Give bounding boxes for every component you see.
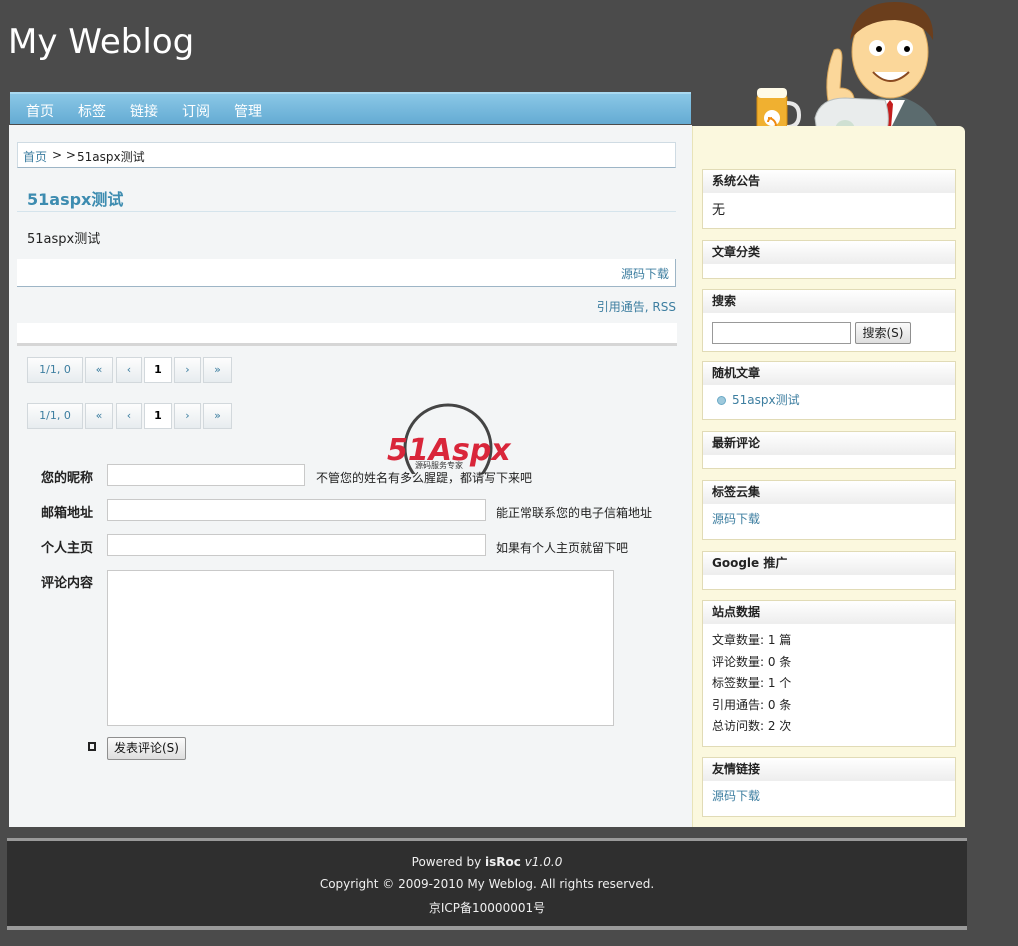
pager-summary: 1/1, 0 <box>27 357 83 383</box>
widget-title: 最新评论 <box>703 432 955 455</box>
nav-home[interactable]: 首页 <box>26 101 54 121</box>
pager-last-button[interactable]: » <box>203 357 232 383</box>
nav-subscribe[interactable]: 订阅 <box>182 101 210 121</box>
rss-link[interactable]: RSS <box>652 300 676 314</box>
pager-current-page: 1 <box>144 357 172 383</box>
widget-friend-links: 友情链接 源码下载 <box>702 757 956 817</box>
footer-bottom-rule <box>7 926 967 930</box>
tag-cloud-link[interactable]: 源码下载 <box>712 512 760 526</box>
post-body: 51aspx测试 <box>27 232 101 247</box>
friend-link[interactable]: 源码下载 <box>712 789 760 803</box>
widget-title: 站点数据 <box>703 601 955 624</box>
widget-search: 搜索 搜索(S) <box>702 289 956 352</box>
widget-title: 标签云集 <box>703 481 955 504</box>
stat-visit-count: 总访问数: 2 次 <box>712 719 792 733</box>
email-hint: 能正常联系您的电子信箱地址 <box>496 506 653 520</box>
pager-summary: 1/1, 0 <box>27 403 83 429</box>
post-tag-link[interactable]: 源码下载 <box>621 265 669 282</box>
homepage-label: 个人主页 <box>41 541 94 556</box>
search-input[interactable] <box>712 322 851 344</box>
breadcrumb: 首页 > > 51aspx测试 <box>17 142 676 168</box>
widget-recent-comments: 最新评论 <box>702 431 956 469</box>
post-title[interactable]: 51aspx测试 <box>27 186 123 210</box>
widget-random-posts: 随机文章 51aspx测试 <box>702 361 956 420</box>
email-label: 邮箱地址 <box>41 506 94 521</box>
pager-next-button[interactable]: › <box>174 357 201 383</box>
widget-google-ads: Google 推广 <box>702 551 956 590</box>
comment-textarea[interactable] <box>107 570 614 726</box>
footer-icp: 京ICP备10000001号 <box>428 901 546 915</box>
footer-brand[interactable]: isRoc <box>485 855 521 869</box>
widget-title: Google 推广 <box>703 552 955 575</box>
widget-announcement: 系统公告 无 <box>702 169 956 229</box>
comment-content-label: 评论内容 <box>41 576 94 591</box>
widget-title: 文章分类 <box>703 241 955 264</box>
search-button[interactable]: 搜索(S) <box>855 322 911 344</box>
breadcrumb-home-link: 首页 <box>23 150 48 164</box>
breadcrumb-separator: > > <box>52 148 76 162</box>
random-post-link[interactable]: 51aspx测试 <box>732 393 800 407</box>
footer-copyright: Copyright © 2009-2010 My Weblog. All rig… <box>319 877 655 891</box>
stat-tag-count: 标签数量: 1 个 <box>712 676 792 690</box>
pager-current-page: 1 <box>144 403 172 429</box>
stat-post-count: 文章数量: 1 篇 <box>712 633 792 647</box>
stat-comment-count: 评论数量: 0 条 <box>712 654 792 669</box>
site-title[interactable]: My Weblog <box>8 22 194 62</box>
announcement-body: 无 <box>712 203 726 218</box>
footer: Powered by isRoc v1.0.0 Copyright © 2009… <box>7 838 967 928</box>
trackback-links: 引用通告, RSS <box>596 300 676 314</box>
homepage-hint: 如果有个人主页就留下吧 <box>496 541 629 555</box>
main-nav: 首页 标签 链接 订阅 管理 <box>10 92 691 124</box>
submit-comment-button[interactable]: 发表评论(S) <box>107 737 186 760</box>
name-label: 您的昵称 <box>41 471 94 486</box>
widget-title: 搜索 <box>703 290 955 313</box>
pager-prev-button[interactable]: ‹ <box>116 403 142 429</box>
trackback-link[interactable]: 引用通告 <box>597 300 645 314</box>
widget-site-stats: 站点数据 文章数量: 1 篇 评论数量: 0 条 标签数量: 1 个 引用通告:… <box>702 600 956 747</box>
pager-prev-button[interactable]: ‹ <box>116 357 142 383</box>
breadcrumb-current: 51aspx测试 <box>77 150 145 164</box>
nav-links[interactable]: 链接 <box>130 101 158 121</box>
nav-admin[interactable]: 管理 <box>234 101 262 121</box>
stat-trackback-count: 引用通告: 0 条 <box>712 697 792 712</box>
nav-tags[interactable]: 标签 <box>78 101 106 121</box>
pager-next-button[interactable]: › <box>174 403 201 429</box>
widget-title: 友情链接 <box>703 758 955 781</box>
widget-categories: 文章分类 <box>702 240 956 279</box>
pager-first-button[interactable]: « <box>85 403 113 429</box>
widget-tag-cloud: 标签云集 源码下载 <box>702 480 956 540</box>
pager-first-button[interactable]: « <box>85 357 113 383</box>
homepage-input[interactable] <box>107 534 486 556</box>
name-hint: 不管您的姓名有多么腥踶，都请写下来吧 <box>316 471 533 485</box>
pager-last-button[interactable]: » <box>203 403 232 429</box>
name-input[interactable] <box>107 464 305 486</box>
comments-header-bar <box>17 323 677 346</box>
post-tag-bar: 源码下载 <box>17 259 676 287</box>
widget-title: 系统公告 <box>703 170 955 193</box>
bullet-icon <box>717 396 726 405</box>
footer-powered: Powered by isRoc v1.0.0 <box>411 855 563 869</box>
remember-checkbox[interactable] <box>88 742 96 751</box>
post-title-divider <box>17 211 676 212</box>
widget-title: 随机文章 <box>703 362 955 385</box>
email-input[interactable] <box>107 499 486 521</box>
